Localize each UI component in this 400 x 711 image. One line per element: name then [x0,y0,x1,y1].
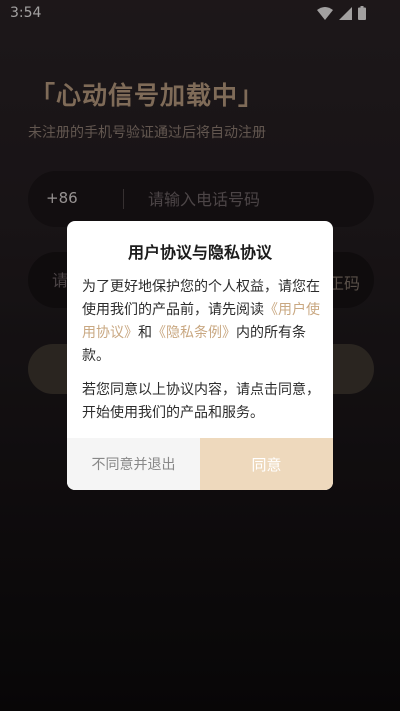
and-text: 和 [138,325,152,341]
dialog-title: 用户协议与隐私协议 [127,243,272,262]
decline-exit-button[interactable]: 不同意并退出 [67,438,200,490]
agreement-paragraph: 为了更好地保护您的个人权益，请您在使用我们的产品前，请先阅读《用户使用协议》和《… [82,276,320,368]
dialog-buttons: 不同意并退出 同意 [67,438,333,490]
agree-button[interactable]: 同意 [200,438,333,490]
privacy-policy-link[interactable]: 《隐私条例》 [152,325,236,341]
agreement-dialog: 用户协议与隐私协议 为了更好地保护您的个人权益，请您在使用我们的产品前，请先阅读… [67,221,333,490]
consent-paragraph: 若您同意以上协议内容，请点击同意，开始使用我们的产品和服务。 [82,382,320,421]
dialog-body: 为了更好地保护您的个人权益，请您在使用我们的产品前，请先阅读《用户使用协议》和《… [82,276,320,425]
